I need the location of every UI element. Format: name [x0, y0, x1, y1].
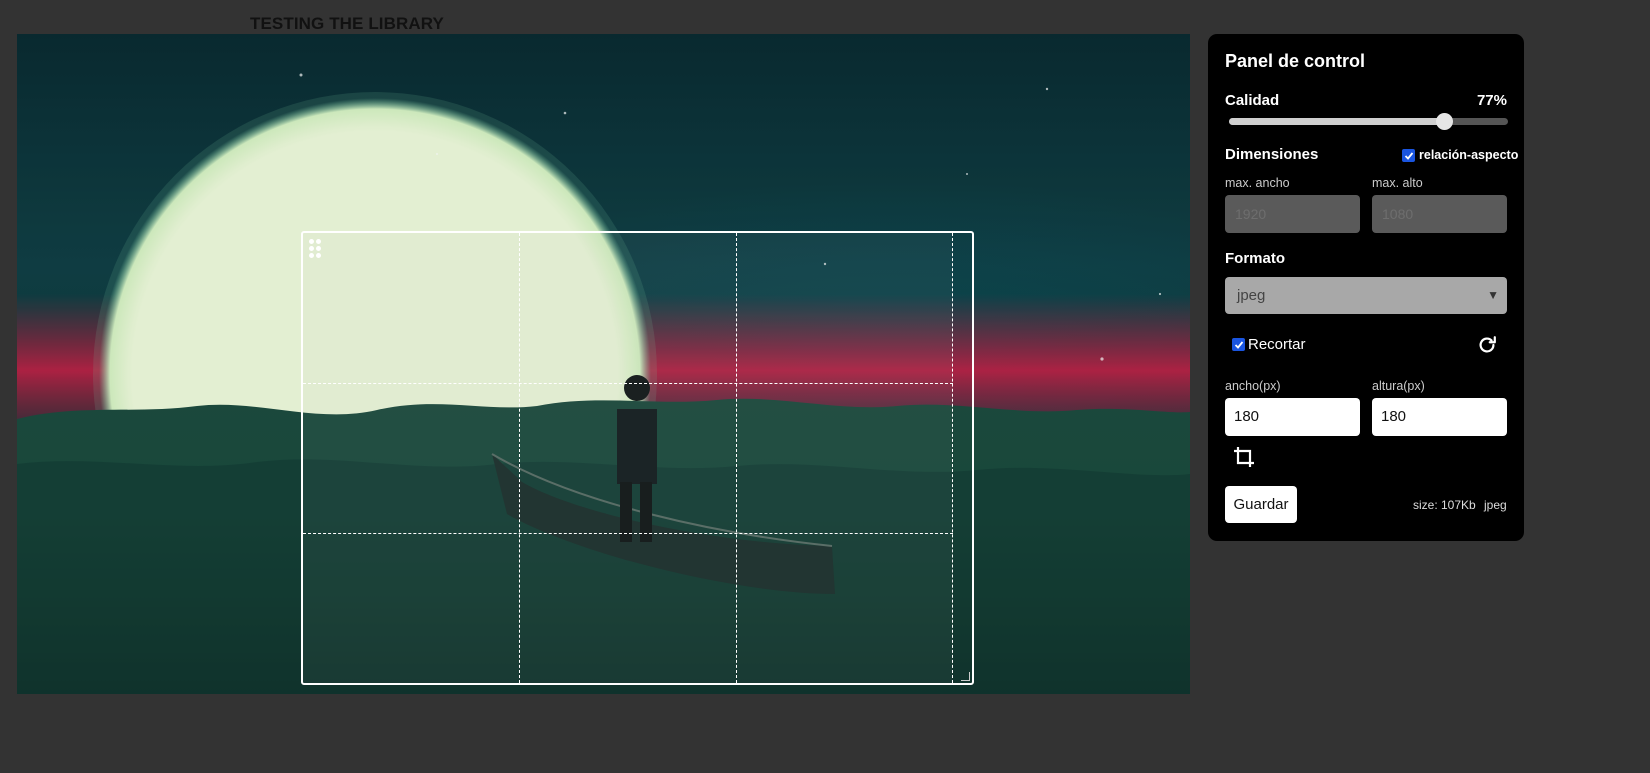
file-size-text: size: 107Kb	[1413, 498, 1476, 512]
crop-height-label: altura(px)	[1372, 379, 1425, 393]
format-label: Formato	[1225, 250, 1285, 267]
save-button[interactable]: Guardar	[1225, 486, 1297, 523]
crop-grid-line-h2	[303, 533, 953, 534]
refresh-icon[interactable]	[1476, 334, 1498, 361]
format-select[interactable]: jpeg ▼	[1225, 277, 1507, 314]
max-width-input[interactable]: 1920	[1225, 195, 1360, 233]
crop-width-label: ancho(px)	[1225, 379, 1281, 393]
crop-grid-line-v1	[519, 233, 520, 683]
max-width-label: max. ancho	[1225, 176, 1290, 190]
crop-grid-line-h1	[303, 383, 953, 384]
quality-label: Calidad	[1225, 92, 1280, 109]
image-preview	[17, 34, 1190, 694]
quality-slider-thumb[interactable]	[1436, 113, 1453, 130]
panel-title: Panel de control	[1225, 51, 1366, 71]
crop-area[interactable]	[303, 233, 953, 683]
aspect-ratio-label: relación-aspecto	[1419, 148, 1519, 162]
crop-grid-line-v3	[952, 233, 953, 683]
quality-slider-fill	[1229, 118, 1444, 125]
format-select-value: jpeg	[1237, 287, 1266, 304]
file-format-text: jpeg	[1484, 498, 1507, 512]
aspect-ratio-checkbox[interactable]	[1402, 149, 1415, 162]
resize-handle-icon[interactable]	[961, 672, 970, 681]
drag-handle-icon[interactable]	[309, 239, 321, 258]
max-height-label: max. alto	[1372, 176, 1423, 190]
crop-height-input[interactable]: 180	[1372, 398, 1507, 436]
max-height-input[interactable]: 1080	[1372, 195, 1507, 233]
crop-icon[interactable]	[1232, 445, 1256, 474]
crop-width-input[interactable]: 180	[1225, 398, 1360, 436]
chevron-down-icon: ▼	[1487, 288, 1499, 302]
crop-selection[interactable]	[301, 231, 974, 685]
crop-label: Recortar	[1248, 336, 1306, 353]
quality-slider[interactable]	[1229, 113, 1508, 130]
control-panel: Panel de control Calidad 77% Dimensiones…	[1208, 34, 1524, 541]
crop-shade	[303, 233, 953, 683]
dimensions-label: Dimensiones	[1225, 146, 1319, 163]
quality-value: 77%	[1476, 92, 1507, 109]
page-heading: TESTING THE LIBRARY	[250, 14, 444, 33]
crop-grid-line-v2	[736, 233, 737, 683]
crop-checkbox[interactable]	[1232, 338, 1245, 351]
